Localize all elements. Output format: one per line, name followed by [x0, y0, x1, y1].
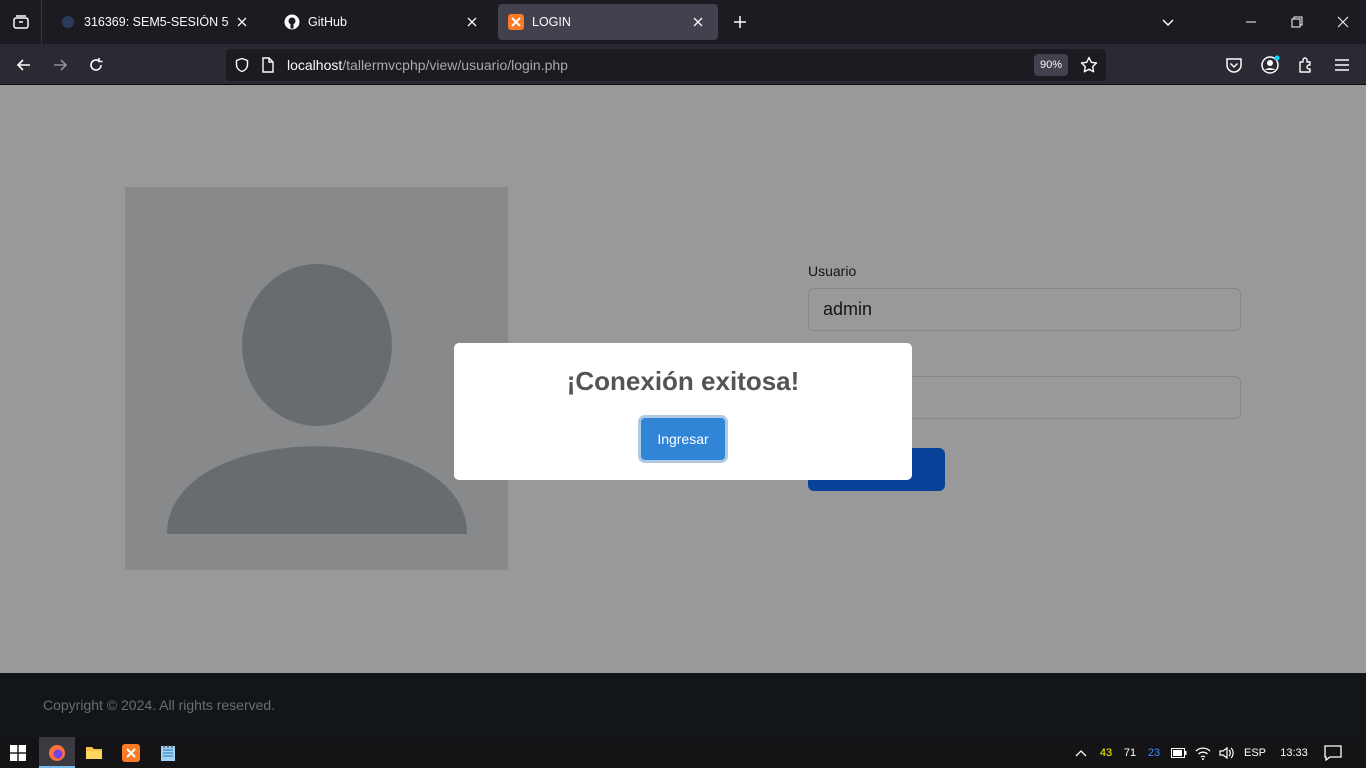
minimize-button[interactable]	[1228, 0, 1274, 44]
success-dialog: ¡Conexión exitosa! Ingresar	[454, 343, 912, 480]
firefox-icon	[49, 744, 65, 761]
hamburger-menu-icon	[1335, 59, 1349, 71]
tracking-shield-icon[interactable]	[232, 55, 252, 75]
tab-github[interactable]: GitHub	[274, 4, 492, 40]
arrow-right-icon	[54, 59, 68, 71]
xampp-favicon-icon	[508, 14, 524, 30]
page-info-icon[interactable]	[258, 55, 278, 75]
navigation-toolbar: localhost/tallermvcphp/view/usuario/logi…	[0, 44, 1366, 85]
chevron-down-icon	[1162, 19, 1174, 27]
new-tab-button[interactable]	[728, 10, 752, 34]
restore-icon	[1291, 16, 1303, 28]
tab-title: GitHub	[308, 15, 347, 29]
taskbar-notepad[interactable]	[150, 737, 186, 768]
tab-list-icon	[12, 15, 29, 29]
pocket-button[interactable]	[1222, 53, 1246, 77]
url-host: localhost	[287, 57, 343, 73]
taskbar-file-explorer[interactable]	[76, 737, 112, 768]
tab-list-button[interactable]	[0, 0, 42, 44]
tray-value: 43	[1099, 746, 1113, 759]
extensions-button[interactable]	[1294, 53, 1318, 77]
volume-icon[interactable]	[1216, 737, 1238, 768]
tab-login[interactable]: LOGIN	[498, 4, 718, 40]
tab-bar: 316369: SEM5-SESIÓN 5 - TALLER GitHub LO…	[0, 0, 1366, 44]
url-text[interactable]: localhost/tallermvcphp/view/usuario/logi…	[287, 57, 568, 73]
confirm-button[interactable]: Ingresar	[641, 418, 725, 460]
folder-icon	[86, 746, 102, 759]
address-bar[interactable]: localhost/tallermvcphp/view/usuario/logi…	[226, 49, 1106, 81]
plus-icon	[734, 16, 746, 28]
language-indicator[interactable]: ESP	[1240, 737, 1270, 768]
pocket-icon	[1226, 58, 1242, 73]
chevron-up-icon	[1075, 749, 1087, 756]
tab-title: 316369: SEM5-SESIÓN 5 - TALLER	[84, 15, 232, 29]
windows-taskbar: 43 71 23 ESP 13:33	[0, 737, 1366, 768]
list-all-tabs-button[interactable]	[1156, 10, 1180, 34]
notifications-button[interactable]	[1320, 737, 1346, 768]
puzzle-icon	[1299, 57, 1311, 73]
tab-close-icon[interactable]	[232, 12, 252, 32]
tray-value: 23	[1147, 746, 1161, 759]
battery-icon[interactable]	[1168, 737, 1190, 768]
back-button[interactable]	[9, 50, 39, 80]
moodle-favicon-icon	[60, 14, 76, 30]
restore-button[interactable]	[1274, 0, 1320, 44]
arrow-left-icon	[16, 59, 30, 71]
notepad-icon	[161, 744, 175, 761]
chat-bubble-icon	[1324, 744, 1342, 761]
taskbar-xampp[interactable]	[113, 737, 149, 768]
url-path: /tallermvcphp/view/usuario/login.php	[342, 57, 568, 73]
bookmark-star-icon[interactable]	[1078, 54, 1100, 76]
windows-logo-icon	[10, 744, 26, 761]
start-button[interactable]	[0, 737, 36, 768]
tab-close-icon[interactable]	[462, 12, 482, 32]
clock[interactable]: 13:33	[1274, 737, 1314, 768]
app-menu-button[interactable]	[1330, 53, 1354, 77]
minimize-icon	[1246, 21, 1256, 23]
reload-icon	[90, 58, 103, 71]
tab-close-icon[interactable]	[688, 12, 708, 32]
tray-value: 71	[1123, 746, 1137, 759]
account-button[interactable]	[1258, 53, 1282, 77]
show-hidden-icons-button[interactable]	[1070, 737, 1092, 768]
tab-title: LOGIN	[532, 15, 571, 29]
account-icon	[1261, 55, 1280, 74]
dialog-title: ¡Conexión exitosa!	[566, 366, 800, 396]
wifi-icon[interactable]	[1192, 737, 1214, 768]
reload-button[interactable]	[81, 50, 111, 80]
close-icon	[1337, 16, 1349, 28]
github-favicon-icon	[284, 14, 300, 30]
forward-button[interactable]	[45, 50, 75, 80]
taskbar-firefox[interactable]	[39, 737, 75, 768]
zoom-indicator[interactable]: 90%	[1034, 54, 1068, 76]
tab-session[interactable]: 316369: SEM5-SESIÓN 5 - TALLER	[50, 4, 262, 40]
close-window-button[interactable]	[1320, 0, 1366, 44]
xampp-icon	[122, 743, 140, 762]
